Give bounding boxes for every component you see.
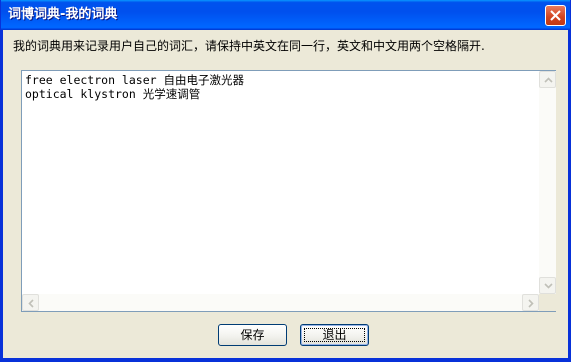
scroll-corner (539, 294, 556, 311)
window-border-bottom (1, 358, 570, 361)
scroll-up-button[interactable] (539, 71, 556, 88)
scroll-right-button[interactable] (522, 294, 539, 311)
horizontal-scrollbar[interactable] (22, 294, 539, 311)
vocabulary-editor[interactable]: free electron laser 自由电子激光器 optical klys… (21, 70, 556, 312)
title-bar[interactable]: 词博词典-我的词典 (1, 0, 570, 30)
save-button-label: 保存 (240, 328, 265, 342)
window-border-left (1, 30, 3, 361)
dialog-window: 词博词典-我的词典 我的词典用来记录用户自己的词汇，请保持中英文在同一行，英文和… (0, 0, 571, 362)
arrow-down-icon (544, 283, 553, 289)
vertical-scrollbar[interactable] (539, 71, 556, 294)
arrow-left-icon (28, 299, 34, 308)
window-title: 词博词典-我的词典 (8, 7, 118, 22)
close-button[interactable] (545, 5, 566, 26)
arrow-right-icon (528, 299, 534, 308)
exit-button[interactable]: 退出 (300, 324, 369, 346)
vocabulary-text[interactable]: free electron laser 自由电子激光器 optical klys… (25, 73, 535, 291)
close-icon (550, 10, 561, 21)
scroll-left-button[interactable] (22, 294, 39, 311)
arrow-up-icon (544, 77, 553, 83)
instruction-text: 我的词典用来记录用户自己的词汇，请保持中英文在同一行，英文和中文用两个空格隔开. (13, 39, 485, 53)
exit-button-label: 退出 (322, 328, 347, 342)
save-button[interactable]: 保存 (218, 324, 287, 346)
scroll-down-button[interactable] (539, 277, 556, 294)
